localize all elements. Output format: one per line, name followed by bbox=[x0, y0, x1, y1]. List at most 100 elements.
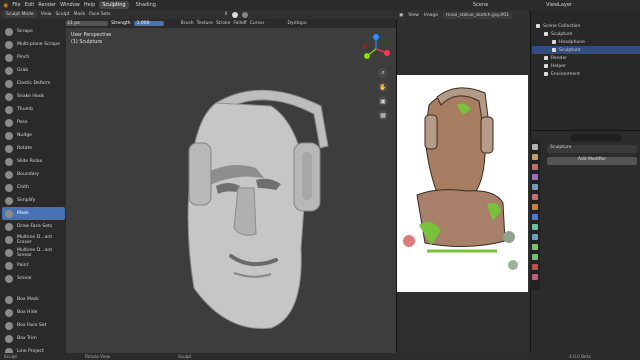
tool-pinch[interactable]: Pinch bbox=[2, 51, 65, 64]
tool-icon bbox=[5, 295, 13, 304]
properties-editor[interactable]: Sculpture Add Modifier bbox=[530, 130, 640, 353]
outliner-row[interactable]: Sculpture bbox=[532, 46, 640, 54]
outliner-row[interactable]: Environment bbox=[532, 70, 640, 78]
scene-tab-icon[interactable] bbox=[532, 184, 538, 190]
tool-pose[interactable]: Pose bbox=[2, 116, 65, 129]
menu-help[interactable]: Help bbox=[84, 2, 95, 8]
view-layer-tab-icon[interactable] bbox=[532, 174, 538, 180]
strength-field[interactable]: 1.000 bbox=[133, 21, 164, 26]
image-menu-image[interactable]: Image bbox=[424, 13, 438, 18]
tool-box-mask[interactable]: Box Mask bbox=[2, 293, 65, 306]
add-modifier-button[interactable]: Add Modifier bbox=[547, 157, 637, 165]
tool-multires-d-ant-eraser[interactable]: Multires D...ant Eraser bbox=[2, 233, 65, 246]
menu-render[interactable]: Render bbox=[38, 2, 56, 8]
tool-icon bbox=[5, 209, 13, 218]
outliner[interactable]: Scene Collection Sculpture Headphone Sculpt… bbox=[530, 10, 640, 130]
tool-rotate[interactable]: Rotate bbox=[2, 142, 65, 155]
tool-nudge[interactable]: Nudge bbox=[2, 129, 65, 142]
radius-field[interactable]: 21 px bbox=[64, 21, 109, 26]
image-filename[interactable]: moai_statue_sketch.jpg.001 bbox=[443, 11, 513, 19]
texture-tab-icon[interactable] bbox=[532, 274, 538, 280]
outliner-row[interactable]: Sculpture bbox=[532, 30, 640, 38]
output-tab-icon[interactable] bbox=[532, 164, 538, 170]
menu-view[interactable]: View bbox=[41, 12, 52, 17]
tool-label: Simplify bbox=[17, 198, 36, 203]
tool-elastic-deform[interactable]: Elastic Deform bbox=[2, 77, 65, 90]
tool-tab-icon[interactable] bbox=[532, 144, 538, 150]
navigation-gizmo[interactable] bbox=[361, 34, 391, 64]
tab-shading[interactable]: Shading bbox=[133, 1, 159, 9]
tool-draw-face-sets[interactable]: Draw Face Sets bbox=[2, 220, 65, 233]
tool-icon bbox=[5, 235, 13, 244]
render-tab-icon[interactable] bbox=[532, 154, 538, 160]
tool-simplify[interactable]: Simplify bbox=[2, 194, 65, 207]
camera-icon[interactable]: ▣ bbox=[378, 96, 388, 106]
grid-icon[interactable]: ▦ bbox=[378, 110, 388, 120]
tool-label: Scrape bbox=[17, 29, 33, 34]
tool-box-hide[interactable]: Box Hide bbox=[2, 306, 65, 319]
object-tab-icon[interactable] bbox=[532, 204, 538, 210]
tool-paint[interactable]: Paint bbox=[2, 259, 65, 272]
3d-viewport[interactable]: User Perspective (1) Sculpture ⌕ ✋ ▣ ▦ bbox=[66, 28, 396, 353]
tool-thumb[interactable]: Thumb bbox=[2, 103, 65, 116]
tool-label: Box Hide bbox=[17, 310, 38, 315]
tool-scrape[interactable]: Scrape bbox=[2, 25, 65, 38]
tab-sculpting[interactable]: Sculpting bbox=[99, 1, 129, 9]
tool-label: Pinch bbox=[17, 55, 30, 60]
menu-stroke[interactable]: Stroke bbox=[216, 21, 230, 26]
top-menu-bar: ◉ File Edit Render Window Help Sculpting… bbox=[0, 0, 640, 10]
menu-brush[interactable]: Brush bbox=[181, 21, 194, 26]
tool-multires-d-ant-smear[interactable]: Multires D...ant Smear bbox=[2, 246, 65, 259]
tool-label: Boundary bbox=[17, 172, 40, 177]
data-tab-icon[interactable] bbox=[532, 254, 538, 260]
blender-logo-icon[interactable]: ◉ bbox=[3, 2, 8, 9]
tool-box-face-set[interactable]: Box Face Set bbox=[2, 319, 65, 332]
outliner-row[interactable]: Scene Collection bbox=[532, 22, 640, 30]
zoom-icon[interactable]: ⌕ bbox=[378, 68, 388, 78]
material-tab-icon[interactable] bbox=[532, 264, 538, 270]
image-menu-view[interactable]: View bbox=[408, 13, 419, 18]
tool-boundary[interactable]: Boundary bbox=[2, 168, 65, 181]
symmetry-axis[interactable]: X bbox=[224, 12, 227, 17]
view-layer-selector[interactable]: ViewLayer bbox=[546, 2, 572, 8]
outliner-row-label: Environment bbox=[551, 71, 580, 77]
menu-falloff[interactable]: Falloff bbox=[233, 21, 246, 26]
shading-sphere-icon-2[interactable] bbox=[241, 11, 248, 18]
menu-edit[interactable]: Edit bbox=[25, 2, 35, 8]
tool-icon bbox=[5, 79, 13, 88]
tool-smear[interactable]: Smear bbox=[2, 272, 65, 285]
properties-search-input[interactable] bbox=[571, 134, 621, 141]
tool-snake-hook[interactable]: Snake Hook bbox=[2, 90, 65, 103]
tool-label: Multires D...ant Eraser bbox=[17, 234, 53, 245]
outliner-row[interactable]: Headphone bbox=[532, 38, 640, 46]
menu-file[interactable]: File bbox=[12, 2, 20, 8]
menu-texture[interactable]: Texture bbox=[197, 21, 213, 26]
physics-tab-icon[interactable] bbox=[532, 234, 538, 240]
image-editor-type-icon[interactable]: ▣ bbox=[399, 13, 403, 18]
tool-icon bbox=[5, 222, 13, 231]
menu-mask[interactable]: Mask bbox=[74, 12, 86, 17]
pan-hand-icon[interactable]: ✋ bbox=[378, 82, 388, 92]
particles-tab-icon[interactable] bbox=[532, 224, 538, 230]
modifier-tab-icon[interactable] bbox=[532, 214, 538, 220]
menu-face-sets[interactable]: Face Sets bbox=[89, 12, 110, 17]
dyntopo-toggle[interactable]: Dyntopo bbox=[287, 21, 306, 26]
tool-box-trim[interactable]: Box Trim bbox=[2, 332, 65, 345]
menu-sculpt[interactable]: Sculpt bbox=[55, 12, 69, 17]
world-tab-icon[interactable] bbox=[532, 194, 538, 200]
mode-selector[interactable]: Sculpt Mode bbox=[3, 11, 37, 18]
outliner-row[interactable]: Render bbox=[532, 54, 640, 62]
scene-selector[interactable]: Scene bbox=[473, 2, 488, 8]
outliner-row[interactable]: Helper bbox=[532, 62, 640, 70]
tool-mask[interactable]: Mask bbox=[2, 207, 65, 220]
object-name-field[interactable]: Sculpture bbox=[547, 145, 637, 153]
tool-icon bbox=[5, 183, 13, 192]
menu-cursor[interactable]: Cursor bbox=[250, 21, 265, 26]
tool-grab[interactable]: Grab bbox=[2, 64, 65, 77]
tool-slide-relax[interactable]: Slide Relax bbox=[2, 155, 65, 168]
tool-multi-plane-scrape[interactable]: Multi-plane Scrape bbox=[2, 38, 65, 51]
menu-window[interactable]: Window bbox=[60, 2, 80, 8]
shading-sphere-icon[interactable] bbox=[231, 11, 238, 18]
constraints-tab-icon[interactable] bbox=[532, 244, 538, 250]
tool-cloth[interactable]: Cloth bbox=[2, 181, 65, 194]
